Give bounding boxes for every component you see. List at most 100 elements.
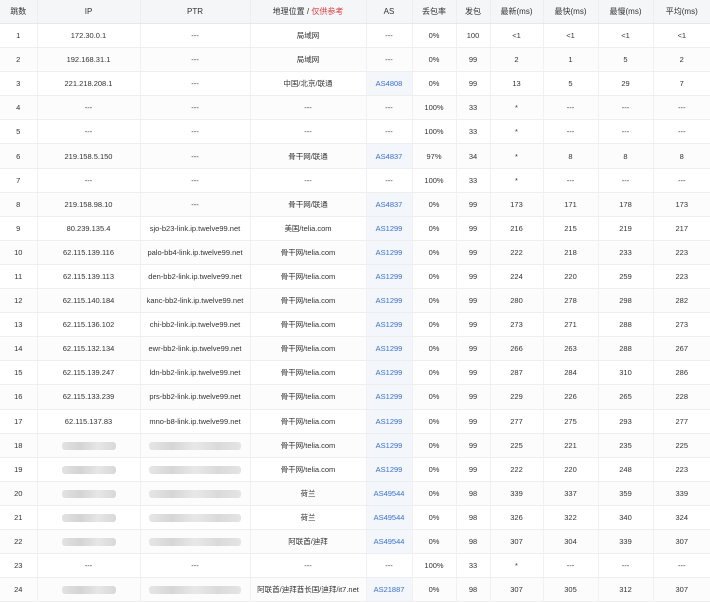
as-link[interactable]: AS49544 — [374, 489, 405, 498]
cell-worst: --- — [598, 95, 654, 121]
cell-geo: 阿联酋/迪拜酋长国/迪拜/it7.net — [250, 577, 367, 602]
as-link[interactable]: AS1299 — [376, 272, 403, 281]
table-row: 10 62.115.139.116 palo-bb4-link.ip.twelve9… — [0, 240, 710, 265]
cell-loss: 0% — [412, 457, 457, 482]
as-link[interactable]: AS49544 — [374, 537, 405, 546]
header-geo-note: 仅供参考 — [311, 7, 344, 16]
cell-worst: 233 — [598, 240, 654, 265]
cell-ptr — [140, 577, 251, 602]
cell-avg: 217 — [653, 216, 710, 241]
redacted-ptr — [149, 586, 241, 595]
cell-ptr: ewr-bb2-link.ip.twelve99.net — [140, 336, 251, 362]
cell-last: 222 — [490, 457, 544, 482]
cell-last: * — [490, 143, 544, 169]
as-link[interactable]: AS1299 — [376, 392, 403, 401]
as-link[interactable]: AS4837 — [376, 152, 403, 161]
cell-ip: 219.158.5.150 — [37, 143, 141, 169]
table-row: 13 62.115.136.102 chi-bb2-link.ip.twelve99… — [0, 312, 710, 338]
cell-hop: 8 — [0, 192, 38, 217]
table-row: 15 62.115.139.247 ldn-bb2-link.ip.twelve99… — [0, 360, 710, 386]
cell-hop: 11 — [0, 264, 38, 290]
cell-worst: 310 — [598, 360, 654, 386]
cell-ip: 219.158.98.10 — [37, 192, 141, 217]
cell-last: 173 — [490, 192, 544, 217]
cell-avg: --- — [653, 553, 710, 579]
cell-last: 277 — [490, 409, 544, 434]
cell-ptr — [140, 457, 251, 482]
cell-last: 229 — [490, 384, 544, 410]
cell-best: 220 — [543, 264, 599, 290]
cell-geo: 骨干网/telia.com — [250, 312, 367, 338]
cell-best: 171 — [543, 192, 599, 217]
as-link[interactable]: AS1299 — [376, 248, 403, 257]
cell-worst: 293 — [598, 409, 654, 434]
cell-worst: 259 — [598, 264, 654, 290]
as-link[interactable]: AS1299 — [376, 224, 403, 233]
cell-as: AS1299 — [366, 216, 413, 241]
cell-as: AS1299 — [366, 457, 413, 482]
cell-hop: 15 — [0, 360, 38, 386]
as-link[interactable]: AS1299 — [376, 368, 403, 377]
as-link[interactable]: AS49544 — [374, 513, 405, 522]
cell-as: --- — [366, 23, 413, 49]
cell-sent: 99 — [456, 409, 491, 434]
cell-loss: 0% — [412, 216, 457, 241]
cell-loss: 0% — [412, 433, 457, 458]
as-link[interactable]: AS4808 — [376, 79, 403, 88]
header-loss: 丢包率 — [412, 0, 457, 24]
cell-worst: 219 — [598, 216, 654, 241]
as-link[interactable]: AS1299 — [376, 344, 403, 353]
cell-ptr — [140, 433, 251, 458]
as-link[interactable]: AS4837 — [376, 200, 403, 209]
cell-ip: 221.218.208.1 — [37, 71, 141, 97]
header-avg: 平均(ms) — [653, 0, 710, 24]
cell-as: AS4837 — [366, 143, 413, 169]
cell-as: AS1299 — [366, 384, 413, 410]
cell-loss: 0% — [412, 577, 457, 602]
traceroute-table: 跳数 IP PTR 地理位置 / 仅供参考 AS 丢包率 发包 最新(ms) 最… — [0, 0, 710, 602]
cell-best: 8 — [543, 143, 599, 169]
cell-loss: 0% — [412, 23, 457, 49]
cell-worst: 5 — [598, 47, 654, 73]
cell-avg: 223 — [653, 240, 710, 265]
as-link[interactable]: AS21887 — [374, 585, 405, 594]
cell-sent: 98 — [456, 577, 491, 602]
cell-worst: 298 — [598, 288, 654, 314]
cell-ptr: --- — [140, 553, 251, 579]
header-ip: IP — [37, 0, 141, 24]
cell-last: 13 — [490, 71, 544, 97]
cell-last: 326 — [490, 505, 544, 530]
cell-worst: 288 — [598, 336, 654, 362]
cell-as: AS1299 — [366, 360, 413, 386]
cell-loss: 0% — [412, 529, 457, 555]
table-row: 20 荷兰 AS49544 0% 98 339 337 359 339 — [0, 481, 710, 506]
table-row: 24 阿联酋/迪拜酋长国/迪拜/it7.net AS21887 0% 98 307 305 3… — [0, 577, 710, 602]
cell-as: AS1299 — [366, 288, 413, 314]
as-link[interactable]: AS1299 — [376, 296, 403, 305]
cell-geo: 阿联酋/迪拜 — [250, 529, 367, 555]
redacted-ptr — [149, 441, 241, 450]
cell-ip: --- — [37, 168, 141, 193]
as-link[interactable]: AS1299 — [376, 441, 403, 450]
cell-hop: 3 — [0, 71, 38, 97]
cell-hop: 10 — [0, 240, 38, 265]
as-link[interactable]: AS1299 — [376, 417, 403, 426]
as-link[interactable]: AS1299 — [376, 320, 403, 329]
as-link[interactable]: AS1299 — [376, 465, 403, 474]
cell-best: --- — [543, 119, 599, 145]
cell-geo: 荷兰 — [250, 481, 367, 506]
table-row: 23 --- --- --- --- 100% 33 * --- --- --- — [0, 553, 710, 579]
cell-sent: 100 — [456, 23, 491, 49]
cell-as: AS1299 — [366, 336, 413, 362]
cell-sent: 34 — [456, 143, 491, 169]
cell-last: 222 — [490, 240, 544, 265]
cell-best: 263 — [543, 336, 599, 362]
cell-best: 5 — [543, 71, 599, 97]
cell-sent: 33 — [456, 553, 491, 579]
header-hop: 跳数 — [0, 0, 38, 24]
cell-as: AS1299 — [366, 240, 413, 265]
cell-geo: 骨干网/telia.com — [250, 336, 367, 362]
cell-loss: 0% — [412, 192, 457, 217]
cell-loss: 100% — [412, 553, 457, 579]
cell-avg: 7 — [653, 71, 710, 97]
